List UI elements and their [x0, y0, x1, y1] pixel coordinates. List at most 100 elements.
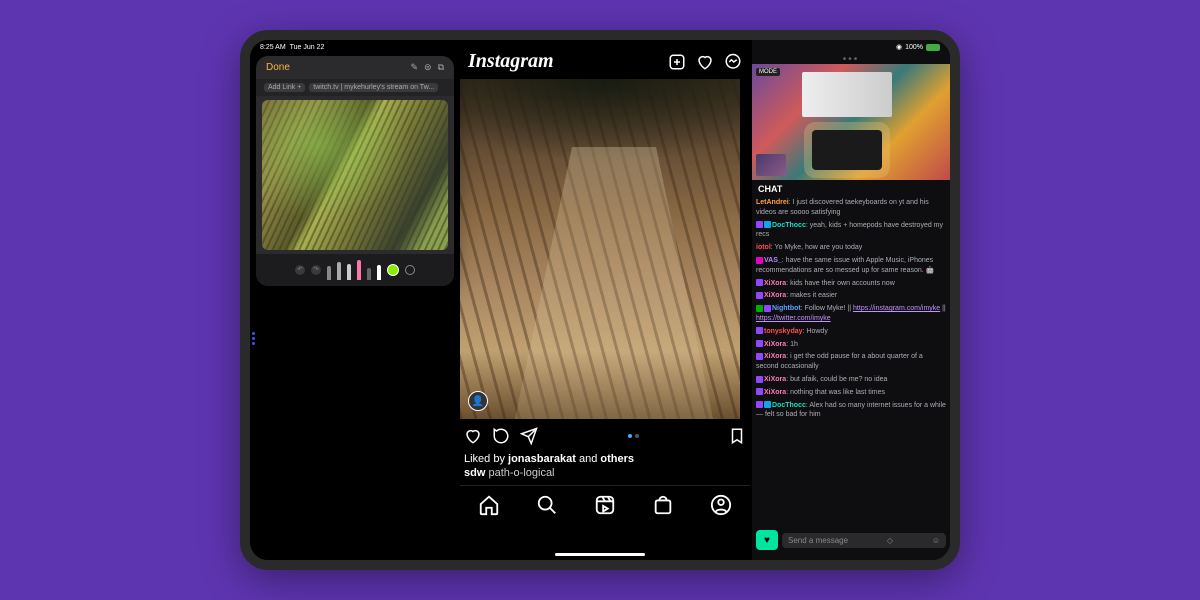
facetime-indicator-icon: ◉: [896, 43, 902, 51]
chat-text: kids have their own accounts now: [790, 280, 895, 287]
post-image[interactable]: 👤: [460, 79, 740, 419]
chat-badge-icon: [756, 279, 763, 286]
done-button[interactable]: Done: [266, 62, 290, 73]
chat-username[interactable]: XiXora: [764, 341, 786, 348]
chat-message: XiXora: i get the odd pause for a about …: [756, 352, 946, 372]
chat-link[interactable]: https://instagram.com/imyke: [853, 305, 940, 312]
chat-badge-icon: [756, 257, 763, 264]
post-caption: sdw path-o-logical: [460, 467, 750, 485]
like-button[interactable]: [464, 427, 482, 445]
share-square-icon[interactable]: ⧉: [438, 62, 444, 73]
chat-placeholder: Send a message: [788, 536, 848, 545]
chat-message: XiXora: but afaik, could be me? no idea: [756, 375, 946, 385]
ipad-device-frame: 8:25 AM Tue Jun 22 ◉ 100% Done ✎ ⊜ ⧉ Add…: [240, 30, 960, 570]
chat-input[interactable]: Send a message ◇ ☺: [782, 533, 946, 548]
bookmark-button[interactable]: [728, 427, 746, 445]
chat-badge-icon: [756, 221, 763, 228]
mode-badge: MODE: [756, 68, 780, 76]
chat-message: DocThocc: yeah, kids + homepods have des…: [756, 221, 946, 241]
tab-shop[interactable]: [652, 494, 674, 516]
tab-profile[interactable]: [710, 494, 732, 516]
chat-badge-icon: [756, 305, 763, 312]
chat-badge-icon: [756, 353, 763, 360]
sketch-canvas[interactable]: [262, 100, 448, 250]
quick-note-panel: Done ✎ ⊜ ⧉ Add Link + twitch.tv | mykehu…: [256, 56, 454, 286]
ellipsis-circle-icon[interactable]: ⊜: [424, 62, 432, 73]
pen-tool[interactable]: [327, 266, 331, 280]
chat-message: LetAndrei: I just discovered taekeyboard…: [756, 198, 946, 218]
chat-username[interactable]: XiXora: [764, 376, 786, 383]
marker-tool[interactable]: [347, 264, 351, 280]
heart-icon[interactable]: [696, 53, 714, 71]
messenger-icon[interactable]: [724, 53, 742, 71]
markup-more-icon[interactable]: [405, 265, 415, 275]
likes-others[interactable]: others: [600, 453, 634, 465]
chat-username[interactable]: VAS_: [764, 257, 782, 264]
comment-button[interactable]: [492, 427, 510, 445]
plus-square-icon[interactable]: [668, 53, 686, 71]
chat-message: Nightbot: Follow Myke! || https://instag…: [756, 304, 946, 324]
tagged-people-icon[interactable]: 👤: [468, 391, 488, 411]
redo-button[interactable]: ↷: [311, 265, 321, 275]
chat-text: have the same issue with Apple Music, iP…: [756, 257, 934, 274]
chat-message: VAS_: have the same issue with Apple Mus…: [756, 256, 946, 276]
chat-badge-icon: [756, 340, 763, 347]
chat-link[interactable]: https://twitter.com/imyke: [756, 315, 831, 322]
caption-text: path-o-logical: [485, 467, 554, 479]
compose-icon[interactable]: ✎: [410, 62, 418, 73]
chat-username[interactable]: Nightbot: [772, 305, 801, 312]
chat-text: 1h: [790, 341, 798, 348]
chat-username[interactable]: iotol: [756, 244, 771, 251]
chat-messages[interactable]: LetAndrei: I just discovered taekeyboard…: [752, 198, 950, 524]
battery-percent: 100%: [905, 44, 923, 51]
stream-video[interactable]: MODE: [752, 64, 950, 180]
caption-username[interactable]: sdw: [464, 467, 485, 479]
chat-username[interactable]: XiXora: [764, 353, 786, 360]
chat-username[interactable]: XiXora: [764, 292, 786, 299]
chat-username[interactable]: LetAndrei: [756, 199, 789, 206]
chat-username[interactable]: DocThocc: [772, 402, 806, 409]
battery-full-icon: [926, 44, 940, 51]
chat-text: but afaik, could be me? no idea: [790, 376, 887, 383]
chat-username[interactable]: XiXora: [764, 389, 786, 396]
chat-text: makes it easier: [790, 292, 837, 299]
chat-message: XiXora: makes it easier: [756, 291, 946, 301]
bits-icon[interactable]: ◇: [887, 536, 893, 545]
smile-icon[interactable]: ☺: [932, 536, 940, 545]
color-picker[interactable]: [387, 264, 399, 276]
undo-button[interactable]: ↶: [295, 265, 305, 275]
chat-badge-icon: [756, 388, 763, 395]
facecam-pip: [756, 154, 786, 176]
linked-url-pill[interactable]: twitch.tv | mykehurley's stream on Tw...: [309, 83, 438, 92]
chat-badge-icon: [764, 305, 771, 312]
chat-text: nothing that was like last times: [790, 389, 885, 396]
likes-line[interactable]: Liked by jonasbarakat and others: [460, 453, 750, 467]
send-button[interactable]: [520, 427, 538, 445]
slide-over-grabber[interactable]: [250, 318, 256, 358]
add-link-button[interactable]: Add Link +: [264, 83, 305, 92]
chat-message: XiXora: 1h: [756, 340, 946, 350]
chat-username[interactable]: XiXora: [764, 280, 786, 287]
highlighter-tool[interactable]: [357, 260, 361, 280]
pencil-tool[interactable]: [337, 262, 341, 280]
status-time: 8:25 AM: [260, 44, 286, 51]
follow-button[interactable]: ♥: [756, 530, 778, 550]
eraser-tool[interactable]: [367, 268, 371, 280]
tab-home[interactable]: [478, 494, 500, 516]
chat-badge-icon: [756, 292, 763, 299]
chat-badge-icon: [756, 401, 763, 408]
chat-username[interactable]: DocThocc: [772, 222, 806, 229]
markup-toolbar: ↶ ↷: [256, 254, 454, 286]
carousel-dots: [628, 434, 639, 438]
chat-badge-icon: [764, 221, 771, 228]
tab-reels[interactable]: [594, 494, 616, 516]
chat-username[interactable]: tonyskyday: [764, 328, 803, 335]
chat-text: Yo Myke, how are you today: [775, 244, 863, 251]
status-date: Tue Jun 22: [290, 44, 325, 51]
chat-message: DocThocc: Alex had so many internet issu…: [756, 401, 946, 421]
likes-user[interactable]: jonasbarakat: [508, 453, 576, 465]
chat-message: XiXora: nothing that was like last times: [756, 388, 946, 398]
tab-search[interactable]: [536, 494, 558, 516]
ruler-tool[interactable]: [377, 265, 381, 280]
home-indicator[interactable]: [555, 553, 645, 556]
